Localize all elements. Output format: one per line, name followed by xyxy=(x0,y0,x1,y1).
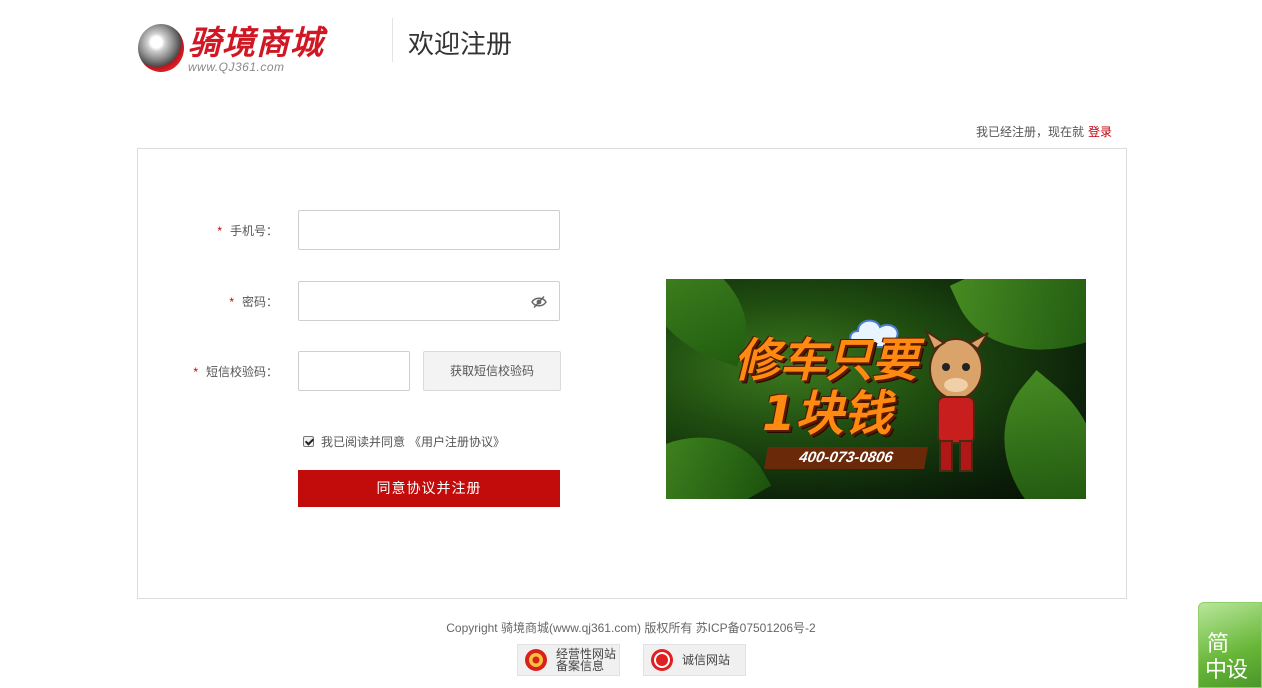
password-label-text: 密码： xyxy=(241,295,278,309)
sms-label: * 短信校验码： xyxy=(138,363,278,380)
agreement-row: 我已阅读并同意 《用户注册协议》 xyxy=(303,433,505,450)
password-label: * 密码： xyxy=(138,293,278,310)
page-title: 欢迎注册 xyxy=(408,30,513,60)
banner-headline-1: 修车只要 xyxy=(734,333,918,387)
icp-record-badge[interactable]: 经营性网站 备案信息 xyxy=(517,644,620,676)
required-mark: * xyxy=(193,365,198,379)
trust-seal-icon xyxy=(651,649,673,671)
password-field[interactable] xyxy=(298,281,560,321)
login-hint: 我已经注册，现在就 登录 xyxy=(976,123,1112,140)
banner-phone: 400-073-0806 xyxy=(764,447,928,469)
widget-line2: 中设 xyxy=(1205,657,1248,682)
sms-code-field[interactable] xyxy=(298,351,410,391)
sms-label-text: 短信校验码： xyxy=(205,365,278,379)
password-input[interactable] xyxy=(299,282,559,320)
required-mark: * xyxy=(217,224,222,238)
agree-text: 我已阅读并同意 xyxy=(321,435,406,449)
banner-headline-2: 1块钱 xyxy=(762,386,892,442)
user-agreement-link[interactable]: 《用户注册协议》 xyxy=(409,433,505,450)
phone-label-text: 手机号： xyxy=(229,224,278,238)
promo-banner[interactable]: 修车只要 1块钱 400-073-0806 xyxy=(666,279,1086,499)
sms-code-input[interactable] xyxy=(299,352,409,390)
logo-ball-icon xyxy=(138,24,184,72)
agree-checkbox[interactable] xyxy=(303,436,314,447)
phone-input[interactable] xyxy=(299,211,559,249)
badge1-line2: 备案信息 xyxy=(556,659,605,673)
badge-text: 经营性网站 备案信息 xyxy=(556,648,616,672)
login-link[interactable]: 登录 xyxy=(1088,125,1112,139)
required-mark: * xyxy=(229,295,234,309)
horse-mascot-icon xyxy=(924,329,989,472)
phone-field[interactable] xyxy=(298,210,560,250)
phone-label: * 手机号： xyxy=(138,222,278,239)
register-submit-button[interactable]: 同意协议并注册 xyxy=(298,470,560,507)
simplified-chinese-widget[interactable]: 简 中设 xyxy=(1198,602,1262,688)
register-panel: * 手机号： * 密码： * 短信校验码： 获取短信校验码 我已阅读并同意 《用户注册… xyxy=(137,148,1127,599)
login-hint-text: 我已经注册，现在就 xyxy=(975,125,1084,139)
eye-slash-icon[interactable] xyxy=(531,295,547,309)
copyright-text: Copyright 骑境商城(www.qj361.com) 版权所有 苏ICP备… xyxy=(446,621,816,635)
trusted-site-badge[interactable]: 诚信网站 xyxy=(643,644,746,676)
logo-text: 骑境商城 xyxy=(188,23,324,62)
police-shield-icon xyxy=(525,649,547,671)
header-divider xyxy=(392,18,393,62)
badge2-text: 诚信网站 xyxy=(682,653,731,667)
widget-line1: 简 xyxy=(1207,631,1230,656)
get-sms-code-button[interactable]: 获取短信校验码 xyxy=(423,351,561,391)
site-logo[interactable]: 骑境商城 www.QJ361.com xyxy=(138,22,350,76)
logo-url: www.QJ361.com xyxy=(188,60,285,74)
leaf-decoration xyxy=(666,407,772,499)
